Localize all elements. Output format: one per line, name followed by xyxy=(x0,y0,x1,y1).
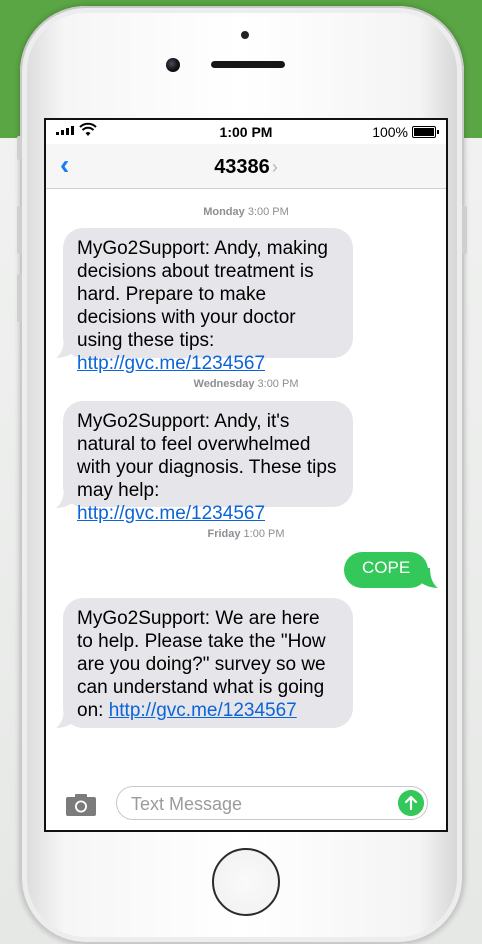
timestamp-time: 3:00 PM xyxy=(257,378,299,390)
mute-switch xyxy=(17,136,22,160)
volume-up-button xyxy=(17,206,22,254)
conversation-header: ‹ 43386 › xyxy=(46,144,446,189)
timestamp-time: 1:00 PM xyxy=(243,528,285,540)
timestamp-monday: Monday 3:00 PM xyxy=(46,206,446,218)
timestamp-wednesday: Wednesday 3:00 PM xyxy=(46,378,446,390)
proximity-sensor xyxy=(241,31,249,39)
contact-name[interactable]: 43386 › xyxy=(46,156,446,179)
input-placeholder: Text Message xyxy=(131,794,243,814)
text-message-input[interactable]: Text Message xyxy=(116,786,428,820)
status-bar: 1:00 PM 100% xyxy=(46,120,446,144)
message-text: MyGo2Support: Andy, making decisions abo… xyxy=(77,238,328,351)
timestamp-friday: Friday 1:00 PM xyxy=(46,528,446,540)
power-button xyxy=(462,206,467,254)
message-link[interactable]: http://gvc.me/1234567 xyxy=(109,700,297,721)
message-composer: Text Message xyxy=(46,780,446,830)
camera-icon[interactable] xyxy=(66,794,96,816)
incoming-message-1[interactable]: MyGo2Support: Andy, making decisions abo… xyxy=(63,228,353,374)
earpiece-speaker xyxy=(211,61,285,68)
messages-screen: 1:00 PM 100% ‹ 43386 › Monday 3:00 PM MyG… xyxy=(44,118,448,832)
send-arrow-icon[interactable] xyxy=(398,790,424,816)
timestamp-day: Monday xyxy=(203,206,245,218)
volume-down-button xyxy=(17,274,22,322)
battery-icon xyxy=(412,126,439,138)
front-camera xyxy=(166,58,180,72)
battery-percentage: 100% xyxy=(372,124,408,140)
incoming-message-3[interactable]: MyGo2Support: We are here to help. Pleas… xyxy=(63,598,353,728)
timestamp-day: Wednesday xyxy=(193,378,255,390)
home-button[interactable] xyxy=(212,848,280,916)
timestamp-day: Friday xyxy=(207,528,241,540)
outgoing-message[interactable]: COPE xyxy=(344,552,428,588)
contact-number[interactable]: 43386 xyxy=(214,156,270,178)
message-text: MyGo2Support: Andy, it's natural to feel… xyxy=(77,411,337,501)
incoming-message-2[interactable]: MyGo2Support: Andy, it's natural to feel… xyxy=(63,401,353,524)
contact-chevron-icon: › xyxy=(271,157,278,177)
message-link[interactable]: http://gvc.me/1234567 xyxy=(77,353,265,374)
message-link[interactable]: http://gvc.me/1234567 xyxy=(77,503,265,524)
timestamp-time: 3:00 PM xyxy=(247,206,289,218)
